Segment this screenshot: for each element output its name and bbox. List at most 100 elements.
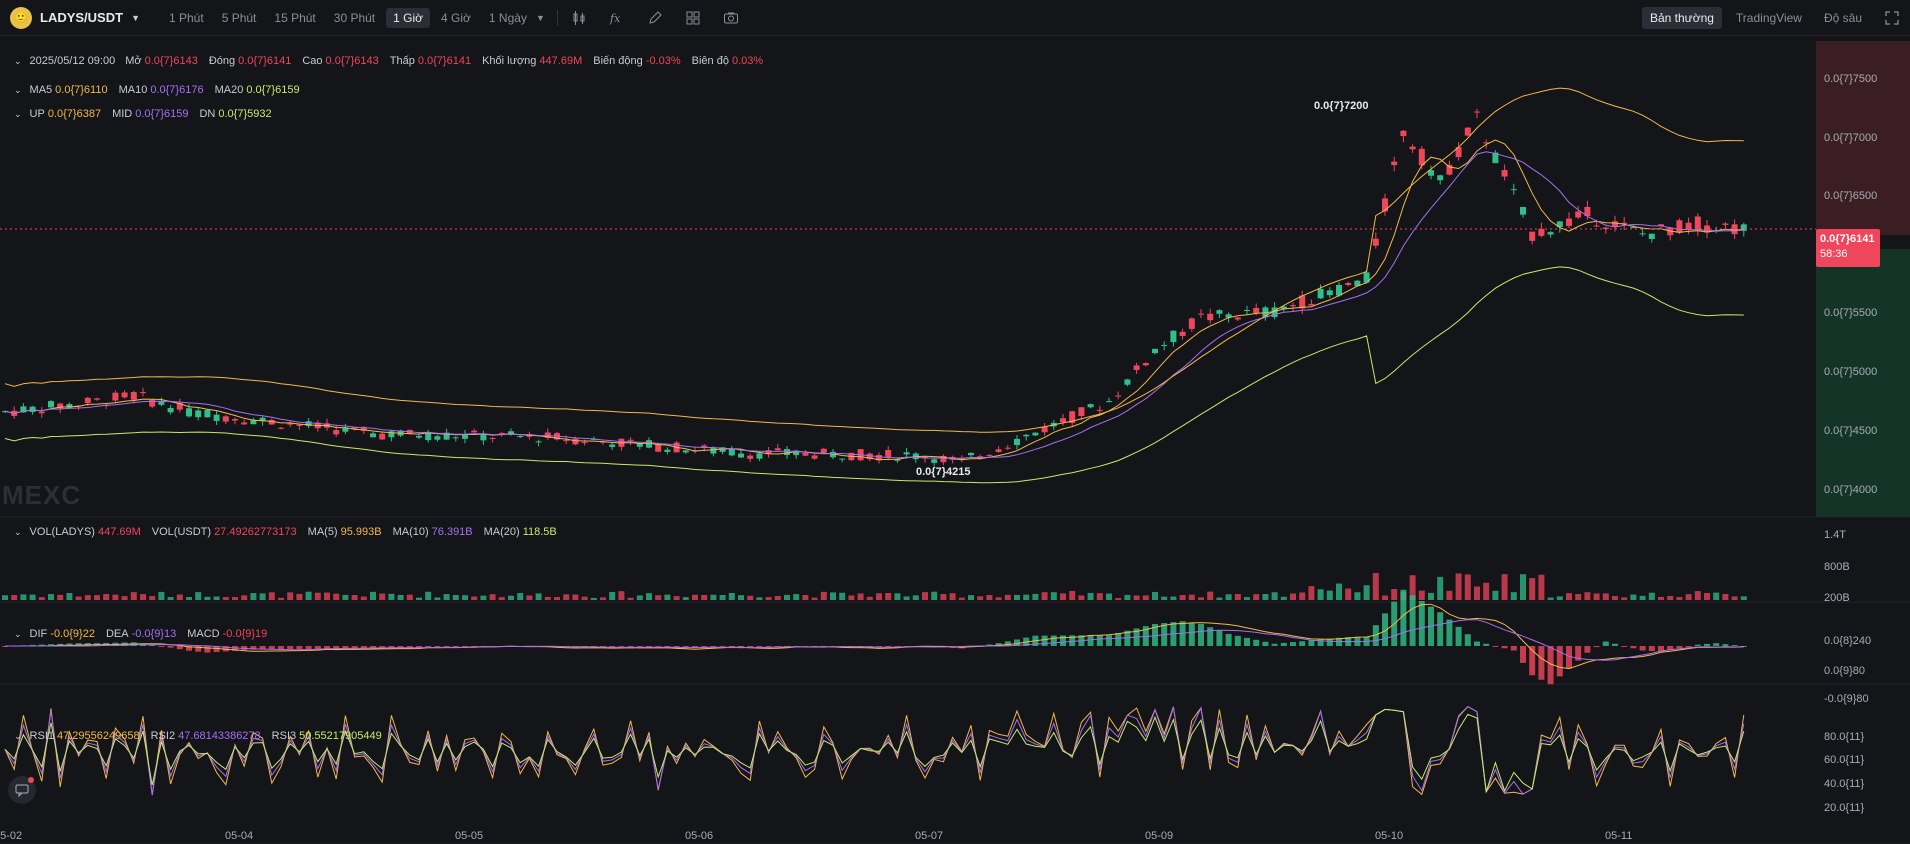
timeframe-15m[interactable]: 15 Phút bbox=[267, 8, 322, 28]
candle-body bbox=[1317, 288, 1324, 299]
timeframe-1d[interactable]: 1 Ngày bbox=[482, 8, 534, 28]
candle-body bbox=[1409, 146, 1416, 150]
volume-bar bbox=[1326, 590, 1333, 600]
pair-title[interactable]: LADYS/USDT bbox=[40, 10, 123, 25]
macd-bar bbox=[1501, 646, 1508, 649]
tab-depth[interactable]: Độ sâu bbox=[1816, 7, 1870, 29]
volume-bar bbox=[2, 595, 8, 600]
candle-body bbox=[1345, 283, 1352, 286]
macd-bar bbox=[1115, 632, 1122, 646]
volume-bar bbox=[1032, 593, 1039, 600]
price-chart[interactable] bbox=[0, 36, 1910, 844]
volume-bar bbox=[195, 592, 202, 600]
macd-bar bbox=[425, 646, 432, 648]
candle-body bbox=[1326, 290, 1333, 296]
macd-bar bbox=[1474, 641, 1480, 646]
collapse-chevron-icon[interactable]: ⌄ bbox=[14, 731, 22, 742]
macd-bar bbox=[314, 646, 321, 650]
timeframe-4h[interactable]: 4 Giờ bbox=[434, 8, 478, 28]
vol-ma20-label: MA(20) bbox=[483, 526, 520, 538]
volume-bar bbox=[462, 595, 468, 600]
volume-bar bbox=[1142, 595, 1149, 600]
price-axis-label: 0.0{7}5500 bbox=[1824, 307, 1878, 319]
volume-bar bbox=[416, 597, 422, 600]
macd-bar bbox=[1041, 635, 1048, 646]
volume-bar bbox=[968, 595, 974, 600]
candle-type-icon[interactable] bbox=[570, 9, 588, 27]
volume-bar bbox=[572, 594, 579, 600]
ma20-value: 0.0{7}6159 bbox=[246, 84, 300, 96]
volume-bar bbox=[278, 597, 284, 600]
volume-bar bbox=[480, 595, 487, 600]
candle-body bbox=[204, 410, 211, 418]
volume-bar bbox=[949, 593, 956, 600]
candle-body bbox=[1087, 404, 1094, 408]
candle-body bbox=[802, 452, 809, 456]
price-axis-label: 0.0{7}6500 bbox=[1824, 190, 1878, 202]
volume-bar bbox=[931, 591, 938, 600]
volume-bar bbox=[38, 597, 45, 600]
macd-bar bbox=[1584, 646, 1591, 653]
candle-body bbox=[903, 452, 910, 455]
volume-bar bbox=[784, 594, 790, 600]
amplitude-value: 0.03% bbox=[731, 55, 764, 67]
timeframe-1h[interactable]: 1 Giờ bbox=[386, 7, 431, 28]
collapse-chevron-icon[interactable]: ⌄ bbox=[14, 85, 22, 96]
candle-body bbox=[1648, 233, 1655, 239]
macd-bar bbox=[1639, 646, 1646, 651]
ohlc-legend: ⌄ 2025/05/12 09:00 Mở 0.0{7}6143 Đóng 0.0{… bbox=[14, 55, 774, 67]
macd-bar bbox=[1244, 637, 1250, 646]
candle-body bbox=[434, 436, 441, 440]
candle-body bbox=[1253, 307, 1260, 313]
high-price-marker: 0.0{7}7200 bbox=[1314, 100, 1369, 112]
volume-bar bbox=[830, 592, 836, 600]
pair-dropdown-icon[interactable]: ▼ bbox=[131, 13, 140, 23]
draw-pencil-icon[interactable] bbox=[646, 9, 664, 27]
candle-body bbox=[1244, 309, 1250, 311]
volume-bar bbox=[756, 597, 763, 600]
candle-body bbox=[1216, 310, 1223, 314]
volume-bar bbox=[324, 592, 330, 600]
candle-body bbox=[38, 411, 45, 414]
macd-bar bbox=[278, 646, 284, 650]
volume-bar bbox=[1437, 576, 1444, 600]
tab-standard[interactable]: Bản thường bbox=[1641, 7, 1722, 29]
volume-bar bbox=[1087, 592, 1094, 600]
collapse-chevron-icon[interactable]: ⌄ bbox=[14, 629, 22, 640]
rsi3-value: 50.55217905449 bbox=[299, 730, 382, 742]
volume-bar bbox=[388, 593, 395, 600]
ma20-label: MA20 bbox=[214, 84, 244, 96]
volume-bar bbox=[1694, 591, 1701, 600]
volume-bar bbox=[839, 592, 846, 600]
chat-bubble-icon[interactable] bbox=[8, 776, 36, 804]
candle-body bbox=[471, 430, 478, 433]
timeframe-5m[interactable]: 5 Phút bbox=[215, 8, 264, 28]
collapse-chevron-icon[interactable]: ⌄ bbox=[14, 56, 22, 67]
volume-bar bbox=[130, 592, 137, 600]
rsi2-label: RSI2 bbox=[150, 730, 176, 742]
volume-bar bbox=[636, 595, 643, 600]
volume-bar bbox=[1556, 596, 1563, 600]
candle-body bbox=[1694, 216, 1701, 231]
timeframe-1m[interactable]: 1 Phút bbox=[162, 8, 211, 28]
volume-bar bbox=[1161, 596, 1168, 600]
volume-bar bbox=[296, 593, 303, 600]
volume-bar bbox=[811, 597, 818, 600]
layout-grid-icon[interactable] bbox=[684, 9, 702, 27]
volume-bar bbox=[20, 594, 27, 600]
indicator-fx-icon[interactable]: fx bbox=[608, 9, 626, 27]
ma10-value: 0.0{7}6176 bbox=[150, 84, 204, 96]
timeframe-more-icon[interactable]: ▼ bbox=[536, 13, 545, 23]
volume-bar bbox=[314, 592, 321, 600]
tab-tradingview[interactable]: TradingView bbox=[1728, 7, 1810, 29]
candle-body bbox=[572, 438, 579, 445]
collapse-chevron-icon[interactable]: ⌄ bbox=[14, 109, 22, 120]
collapse-chevron-icon[interactable]: ⌄ bbox=[14, 527, 22, 538]
candle-body bbox=[1382, 198, 1388, 212]
camera-snapshot-icon[interactable] bbox=[722, 9, 740, 27]
timeframe-30m[interactable]: 30 Phút bbox=[327, 8, 382, 28]
fullscreen-icon[interactable] bbox=[1884, 10, 1900, 26]
macd-bar bbox=[204, 646, 211, 653]
macd-bar bbox=[1409, 595, 1416, 646]
macd-bar bbox=[1253, 639, 1260, 646]
